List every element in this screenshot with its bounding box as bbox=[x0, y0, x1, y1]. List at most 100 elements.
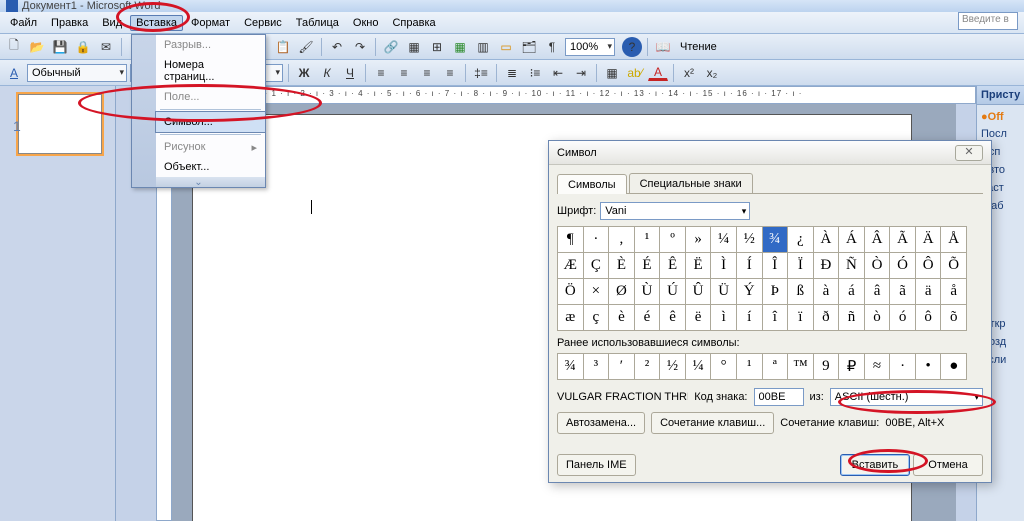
char-cell[interactable]: ã bbox=[890, 279, 916, 305]
zoom-combo[interactable]: 100% bbox=[565, 38, 615, 56]
char-cell[interactable]: ¹ bbox=[635, 227, 661, 253]
ime-panel-button[interactable]: Панель IME bbox=[557, 454, 636, 476]
style-combo[interactable]: Обычный bbox=[27, 64, 127, 82]
char-cell[interactable]: , bbox=[609, 227, 635, 253]
superscript-icon[interactable]: x² bbox=[679, 63, 699, 83]
char-cell[interactable]: å bbox=[941, 279, 967, 305]
char-cell[interactable]: È bbox=[609, 253, 635, 279]
recent-char-cell[interactable]: ° bbox=[711, 354, 737, 380]
recent-char-cell[interactable]: ● bbox=[941, 354, 967, 380]
excel-icon[interactable]: ▦ bbox=[450, 37, 470, 57]
font-select[interactable]: Vani bbox=[600, 202, 750, 220]
char-cell[interactable]: Ý bbox=[737, 279, 763, 305]
menu-file[interactable]: Файл bbox=[4, 15, 43, 31]
char-cell[interactable]: Í bbox=[737, 253, 763, 279]
char-cell[interactable]: Ð bbox=[814, 253, 840, 279]
autocorrect-button[interactable]: Автозамена... bbox=[557, 412, 645, 434]
insert-table-icon[interactable]: ⊞ bbox=[427, 37, 447, 57]
char-cell[interactable]: ß bbox=[788, 279, 814, 305]
char-cell[interactable]: Ï bbox=[788, 253, 814, 279]
char-cell[interactable]: ì bbox=[711, 305, 737, 331]
char-cell[interactable]: Å bbox=[941, 227, 967, 253]
char-cell[interactable]: Ô bbox=[916, 253, 942, 279]
recent-char-cell[interactable]: ™ bbox=[788, 354, 814, 380]
permission-icon[interactable]: 🔒 bbox=[73, 37, 93, 57]
char-cell[interactable]: × bbox=[584, 279, 610, 305]
read-icon[interactable]: 📖 bbox=[653, 37, 673, 57]
help-search-box[interactable]: Введите в bbox=[958, 12, 1018, 30]
char-cell[interactable]: ¼ bbox=[711, 227, 737, 253]
tab-special[interactable]: Специальные знаки bbox=[629, 173, 753, 193]
char-cell[interactable]: Û bbox=[686, 279, 712, 305]
recent-char-cell[interactable]: ≈ bbox=[865, 354, 891, 380]
char-cell[interactable]: â bbox=[865, 279, 891, 305]
menu-help[interactable]: Справка bbox=[386, 15, 441, 31]
columns-icon[interactable]: ▥ bbox=[473, 37, 493, 57]
line-spacing-icon[interactable]: ‡≡ bbox=[471, 63, 491, 83]
char-cell[interactable]: æ bbox=[558, 305, 584, 331]
menu-window[interactable]: Окно bbox=[347, 15, 385, 31]
char-cell[interactable]: Õ bbox=[941, 253, 967, 279]
mail-icon[interactable]: ✉ bbox=[96, 37, 116, 57]
char-cell[interactable]: Ø bbox=[609, 279, 635, 305]
subscript-icon[interactable]: x₂ bbox=[702, 63, 722, 83]
char-cell[interactable]: Ò bbox=[865, 253, 891, 279]
char-cell[interactable]: ä bbox=[916, 279, 942, 305]
from-select[interactable]: ASCII (шестн.) bbox=[830, 388, 983, 406]
help-icon[interactable]: ? bbox=[622, 37, 642, 57]
char-cell[interactable]: Á bbox=[839, 227, 865, 253]
tab-symbols[interactable]: Символы bbox=[557, 174, 627, 194]
recent-char-cell[interactable]: 9 bbox=[814, 354, 840, 380]
table-border-icon[interactable]: ▦ bbox=[404, 37, 424, 57]
format-painter-icon[interactable]: 🖌 bbox=[296, 37, 316, 57]
char-cell[interactable]: Ä bbox=[916, 227, 942, 253]
char-cell[interactable]: Þ bbox=[763, 279, 789, 305]
code-input[interactable] bbox=[754, 388, 804, 406]
align-center-icon[interactable]: ≡ bbox=[394, 63, 414, 83]
align-justify-icon[interactable]: ≡ bbox=[440, 63, 460, 83]
recent-char-cell[interactable]: • bbox=[916, 354, 942, 380]
char-cell[interactable]: Â bbox=[865, 227, 891, 253]
char-cell[interactable]: Ü bbox=[711, 279, 737, 305]
docmap-icon[interactable]: 🗂 bbox=[519, 37, 539, 57]
menu-view[interactable]: Вид bbox=[96, 15, 128, 31]
recent-char-cell[interactable]: ¾ bbox=[558, 354, 584, 380]
undo-icon[interactable]: ↶ bbox=[327, 37, 347, 57]
recent-char-cell[interactable]: ₽ bbox=[839, 354, 865, 380]
char-cell[interactable]: í bbox=[737, 305, 763, 331]
char-cell[interactable]: · bbox=[584, 227, 610, 253]
menu-edit[interactable]: Правка bbox=[45, 15, 94, 31]
drawing-icon[interactable]: ▭ bbox=[496, 37, 516, 57]
menu-item-symbol[interactable]: Символ... bbox=[155, 111, 266, 133]
font-color-icon[interactable]: A bbox=[648, 64, 668, 81]
highlight-icon[interactable]: ab⁄ bbox=[625, 63, 645, 83]
char-cell[interactable]: ç bbox=[584, 305, 610, 331]
char-cell[interactable]: ô bbox=[916, 305, 942, 331]
menu-item-object[interactable]: Объект... bbox=[156, 157, 265, 177]
char-cell[interactable]: Ñ bbox=[839, 253, 865, 279]
char-cell[interactable]: º bbox=[660, 227, 686, 253]
char-cell[interactable]: Ö bbox=[558, 279, 584, 305]
menu-tools[interactable]: Сервис bbox=[238, 15, 288, 31]
char-cell[interactable]: é bbox=[635, 305, 661, 331]
paste-icon[interactable]: 📋 bbox=[273, 37, 293, 57]
char-cell[interactable]: ¾ bbox=[763, 227, 789, 253]
recent-char-cell[interactable]: · bbox=[890, 354, 916, 380]
char-cell[interactable]: » bbox=[686, 227, 712, 253]
char-cell[interactable]: ò bbox=[865, 305, 891, 331]
char-cell[interactable]: ó bbox=[890, 305, 916, 331]
borders-icon[interactable]: ▦ bbox=[602, 63, 622, 83]
char-cell[interactable]: Ë bbox=[686, 253, 712, 279]
char-cell[interactable]: õ bbox=[941, 305, 967, 331]
char-cell[interactable]: Ã bbox=[890, 227, 916, 253]
align-left-icon[interactable]: ≡ bbox=[371, 63, 391, 83]
underline-icon[interactable]: Ч bbox=[340, 63, 360, 83]
recent-char-cell[interactable]: ³ bbox=[584, 354, 610, 380]
thumbnail-page-1[interactable] bbox=[18, 94, 102, 154]
recent-char-cell[interactable]: ª bbox=[763, 354, 789, 380]
increase-indent-icon[interactable]: ⇥ bbox=[571, 63, 591, 83]
char-cell[interactable]: Ê bbox=[660, 253, 686, 279]
char-cell[interactable]: À bbox=[814, 227, 840, 253]
char-cell[interactable]: á bbox=[839, 279, 865, 305]
italic-icon[interactable]: К bbox=[317, 63, 337, 83]
